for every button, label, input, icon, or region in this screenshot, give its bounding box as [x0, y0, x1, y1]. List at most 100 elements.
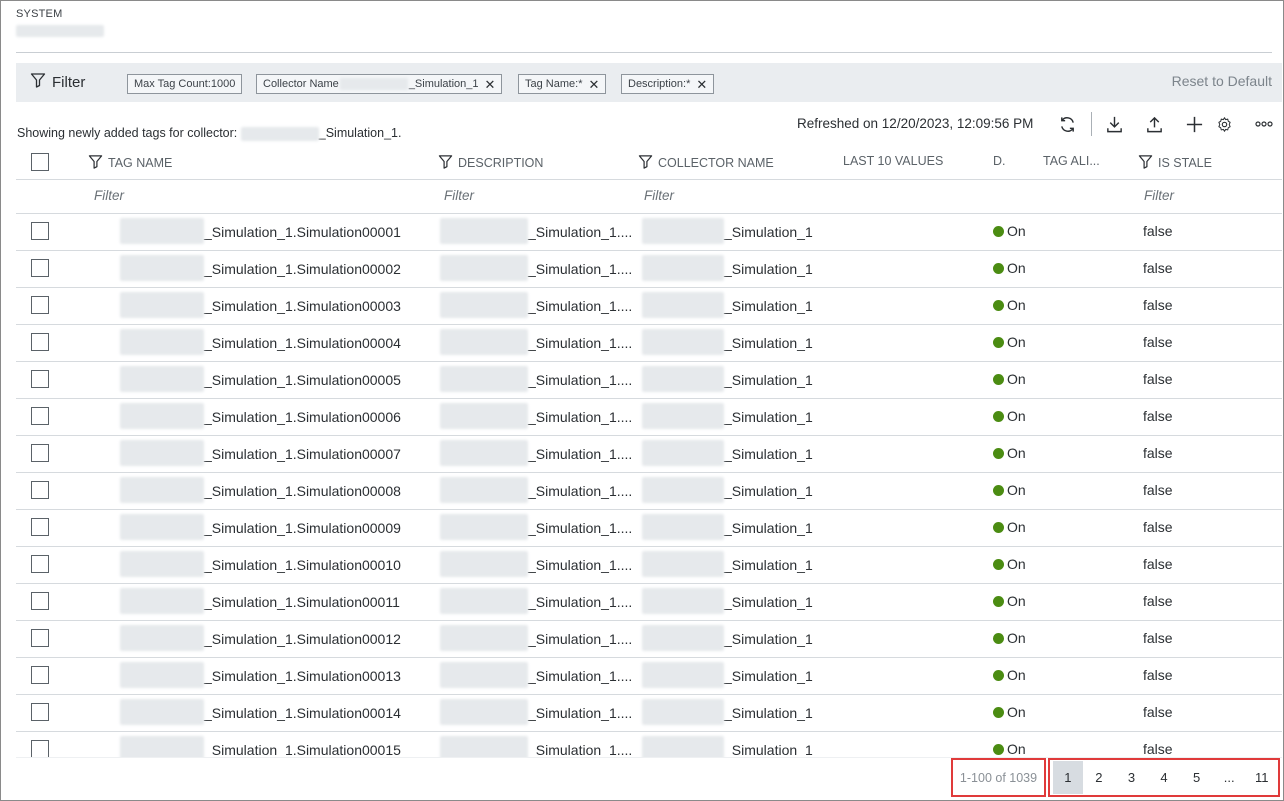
tag-name-cell[interactable]: _Simulation_1.Simulation00013: [120, 662, 401, 688]
settings-icon[interactable]: [1213, 113, 1235, 135]
is-stale-text: false: [1143, 519, 1173, 535]
tag-name-cell[interactable]: _Simulation_1.Simulation00015: [120, 736, 401, 757]
is-stale-text: false: [1143, 408, 1173, 424]
row-checkbox[interactable]: [31, 222, 49, 240]
table-row[interactable]: _Simulation_1.Simulation00008 _Simulation…: [16, 473, 1282, 510]
table-row[interactable]: _Simulation_1.Simulation00003 _Simulation…: [16, 288, 1282, 325]
page-button-1[interactable]: 1: [1053, 761, 1083, 794]
row-checkbox[interactable]: [31, 740, 49, 757]
table-row[interactable]: _Simulation_1.Simulation00005 _Simulation…: [16, 362, 1282, 399]
row-checkbox[interactable]: [31, 444, 49, 462]
table-row[interactable]: _Simulation_1.Simulation00013 _Simulation…: [16, 658, 1282, 695]
tag-name-cell[interactable]: _Simulation_1.Simulation00009: [120, 514, 401, 540]
chip-label: Description:*: [628, 78, 691, 90]
reset-to-default-link[interactable]: Reset to Default: [1172, 73, 1272, 89]
close-icon[interactable]: ✕: [588, 78, 599, 91]
funnel-icon[interactable]: [638, 154, 653, 172]
tag-name-filter-input[interactable]: Filter: [94, 188, 124, 203]
column-header-tag-alias[interactable]: TAG ALI...: [1043, 154, 1100, 168]
tag-name-cell[interactable]: _Simulation_1.Simulation00002: [120, 255, 401, 281]
filter-chip-collector-name[interactable]: Collector Name _Simulation_1 ✕: [256, 74, 503, 94]
redacted-prefix: [440, 736, 528, 757]
table-row[interactable]: _Simulation_1.Simulation00014 _Simulation…: [16, 695, 1282, 732]
row-checkbox[interactable]: [31, 370, 49, 388]
table-row[interactable]: _Simulation_1.Simulation00002 _Simulation…: [16, 251, 1282, 288]
filter-toggle[interactable]: Filter: [30, 72, 85, 92]
description-filter-input[interactable]: Filter: [444, 188, 474, 203]
add-icon[interactable]: [1183, 113, 1205, 135]
collector-name-filter-input[interactable]: Filter: [644, 188, 674, 203]
redacted-collector: [339, 78, 408, 90]
row-checkbox[interactable]: [31, 518, 49, 536]
funnel-icon[interactable]: [438, 154, 453, 172]
table-row[interactable]: _Simulation_1.Simulation00010 _Simulation…: [16, 547, 1282, 584]
table-row[interactable]: _Simulation_1.Simulation00012 _Simulation…: [16, 621, 1282, 658]
redacted-prefix: [440, 403, 528, 429]
is-stale-cell: false: [1143, 741, 1173, 757]
row-checkbox[interactable]: [31, 592, 49, 610]
row-checkbox[interactable]: [31, 666, 49, 684]
column-header-last-values[interactable]: LAST 10 VALUES: [843, 154, 943, 168]
refresh-icon[interactable]: [1056, 113, 1078, 135]
row-checkbox[interactable]: [31, 555, 49, 573]
row-checkbox[interactable]: [31, 703, 49, 721]
collector-name-cell: _Simulation_1: [642, 329, 813, 355]
row-checkbox[interactable]: [31, 481, 49, 499]
column-label: DESCRIPTION: [458, 156, 544, 170]
tag-name-cell[interactable]: _Simulation_1.Simulation00011: [120, 588, 400, 614]
tag-name-cell[interactable]: _Simulation_1.Simulation00012: [120, 625, 401, 651]
is-stale-filter-input[interactable]: Filter: [1144, 188, 1174, 203]
redacted-prefix: [440, 625, 528, 651]
collector-name-cell: _Simulation_1: [642, 588, 813, 614]
description-cell: _Simulation_1....: [440, 736, 632, 757]
table-row[interactable]: _Simulation_1.Simulation00007 _Simulation…: [16, 436, 1282, 473]
download-icon[interactable]: [1103, 113, 1125, 135]
table-row[interactable]: _Simulation_1.Simulation00015 _Simulation…: [16, 732, 1282, 757]
funnel-icon[interactable]: [1138, 154, 1153, 172]
tag-name-cell[interactable]: _Simulation_1.Simulation00001: [120, 218, 401, 244]
tag-name-cell[interactable]: _Simulation_1.Simulation00014: [120, 699, 401, 725]
table-row[interactable]: _Simulation_1.Simulation00004 _Simulation…: [16, 325, 1282, 362]
more-icon[interactable]: [1253, 113, 1275, 135]
row-checkbox[interactable]: [31, 333, 49, 351]
description-text: _Simulation_1....: [528, 372, 633, 389]
tag-name-cell[interactable]: _Simulation_1.Simulation00004: [120, 329, 401, 355]
row-checkbox[interactable]: [31, 259, 49, 277]
row-checkbox[interactable]: [31, 407, 49, 425]
column-header-collector-name[interactable]: COLLECTOR NAME: [638, 154, 774, 172]
select-all-checkbox[interactable]: [31, 153, 49, 171]
table-row[interactable]: _Simulation_1.Simulation00001 _Simulation…: [16, 214, 1282, 251]
column-header-d[interactable]: D.: [993, 154, 1006, 168]
is-stale-cell: false: [1143, 297, 1173, 313]
tag-name-cell[interactable]: _Simulation_1.Simulation00005: [120, 366, 401, 392]
table-row[interactable]: _Simulation_1.Simulation00011 _Simulation…: [16, 584, 1282, 621]
upload-icon[interactable]: [1143, 113, 1165, 135]
row-checkbox[interactable]: [31, 629, 49, 647]
is-stale-text: false: [1143, 593, 1173, 609]
tag-name-cell[interactable]: _Simulation_1.Simulation00003: [120, 292, 401, 318]
page-button-11[interactable]: 11: [1245, 761, 1278, 794]
close-icon[interactable]: ✕: [696, 78, 707, 91]
filter-chip-description[interactable]: Description:* ✕: [621, 74, 715, 94]
tag-name-cell[interactable]: _Simulation_1.Simulation00008: [120, 477, 401, 503]
redacted-prefix: [120, 699, 204, 725]
page-button-5[interactable]: 5: [1180, 761, 1213, 794]
page-button-2[interactable]: 2: [1083, 761, 1116, 794]
tag-name-cell[interactable]: _Simulation_1.Simulation00006: [120, 403, 401, 429]
table-row[interactable]: _Simulation_1.Simulation00006 _Simulation…: [16, 399, 1282, 436]
tag-name-cell[interactable]: _Simulation_1.Simulation00007: [120, 440, 401, 466]
page-button-4[interactable]: 4: [1148, 761, 1181, 794]
column-header-is-stale[interactable]: IS STALE: [1138, 154, 1212, 172]
tag-name-cell[interactable]: _Simulation_1.Simulation00010: [120, 551, 401, 577]
table-row[interactable]: _Simulation_1.Simulation00009 _Simulation…: [16, 510, 1282, 547]
funnel-icon[interactable]: [88, 154, 103, 172]
page-button-3[interactable]: 3: [1115, 761, 1148, 794]
filter-chip-max-tag-count[interactable]: Max Tag Count:1000: [127, 74, 243, 94]
redacted-prefix: [440, 255, 528, 281]
close-icon[interactable]: ✕: [485, 78, 496, 91]
status-text: On: [1007, 445, 1026, 461]
filter-chip-tag-name[interactable]: Tag Name:* ✕: [518, 74, 607, 94]
column-header-description[interactable]: DESCRIPTION: [438, 154, 543, 172]
column-header-tag-name[interactable]: TAG NAME: [88, 154, 172, 172]
row-checkbox[interactable]: [31, 296, 49, 314]
